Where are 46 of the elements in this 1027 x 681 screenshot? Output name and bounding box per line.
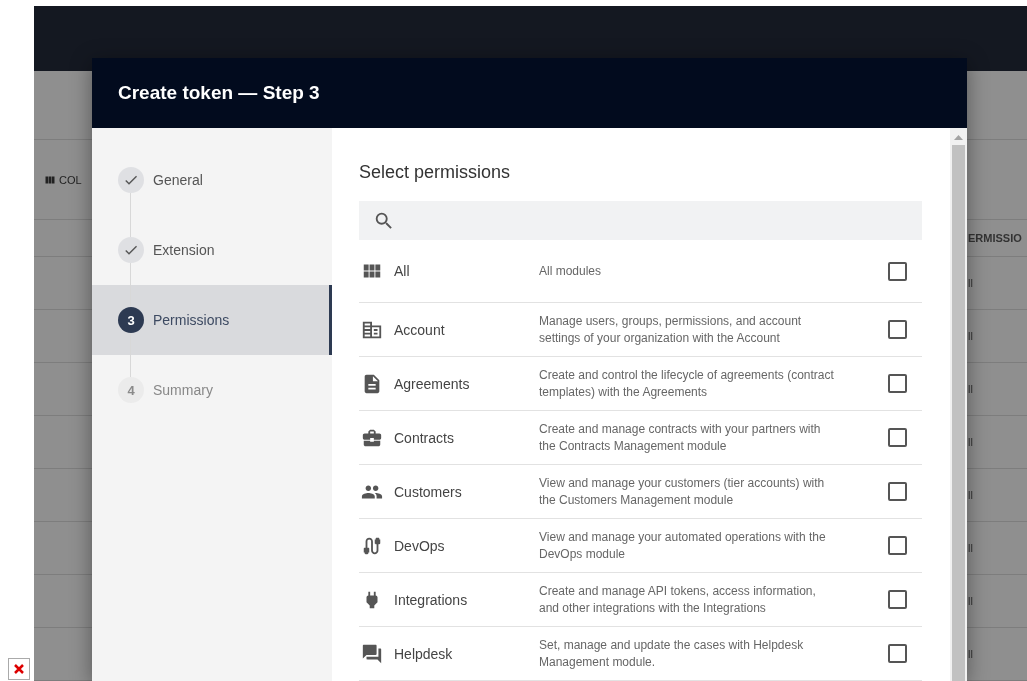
checkbox[interactable] — [888, 644, 907, 663]
permission-description: View and manage your automated operations with the DevOps module — [539, 528, 827, 563]
permission-name: Customers — [394, 483, 462, 500]
step-number: 4 — [118, 377, 144, 403]
section-heading: Select permissions — [359, 162, 512, 184]
step-number: 3 — [118, 307, 144, 333]
permission-name: All — [394, 263, 410, 279]
table-cell-text: ll — [968, 383, 974, 395]
table-cell-text: ll — [968, 648, 974, 660]
step-item[interactable]: 3 Permissions — [92, 285, 332, 355]
table-cell-text: ll — [968, 542, 974, 554]
permission-description: All modules — [539, 262, 603, 280]
search-field[interactable] — [359, 201, 922, 240]
checkbox[interactable] — [888, 590, 907, 609]
checkbox[interactable] — [888, 482, 907, 501]
step-item[interactable]: General — [92, 145, 332, 215]
columns-label: COL — [59, 173, 82, 186]
table-cell-text: ll — [968, 436, 974, 448]
step-item[interactable]: Extension — [92, 215, 332, 285]
broken-image-icon — [8, 658, 30, 680]
permission-name: Helpdesk — [394, 645, 453, 662]
checkbox[interactable] — [888, 320, 907, 339]
chat-icon — [361, 642, 383, 665]
scrollbar[interactable] — [950, 128, 967, 681]
checkbox[interactable] — [888, 428, 907, 447]
permission-description: Manage users, groups, permissions, and account settings of your organization with the Account — [539, 312, 803, 347]
permission-description: Set, manage and update the cases with Helpdesk Management module. — [539, 636, 805, 671]
table-cell-text: ll — [968, 489, 974, 501]
permission-name: Contracts — [394, 429, 454, 446]
permission-name: Integrations — [394, 591, 468, 608]
permission-description: Create and manage contracts with your partners with the Contracts Management module — [539, 420, 822, 455]
table-cell-text: ll — [968, 595, 974, 607]
checkbox[interactable] — [888, 374, 907, 393]
table-cell-text: ll — [968, 330, 974, 342]
permission-description: View and manage your customers (tier accounts) with the Customers Management module — [539, 474, 826, 509]
permission-name: Agreements — [394, 375, 470, 392]
scroll-thumb[interactable] — [952, 145, 965, 681]
permission-name: Account — [394, 321, 445, 338]
permission-description: Create and manage API tokens, access information, and other integrations with the Integrations — [539, 582, 817, 617]
column-header: ERMISSIO — [968, 232, 1023, 244]
permission-description: Create and control the lifecycle of agreements (contract templates) with the Agreements — [539, 366, 835, 401]
permission-name: DevOps — [394, 537, 445, 554]
checkbox[interactable] — [888, 536, 907, 555]
dialog-title: Create token — Step 3 — [118, 82, 320, 104]
table-cell-text: ll — [968, 277, 974, 289]
checkbox[interactable] — [888, 261, 907, 281]
